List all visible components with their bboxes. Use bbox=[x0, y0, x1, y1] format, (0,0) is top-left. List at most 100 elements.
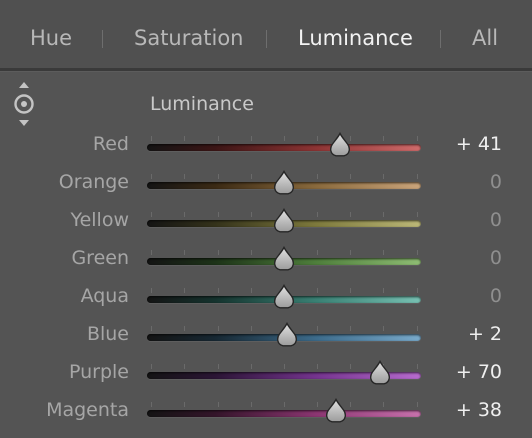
slider-value-yellow[interactable]: 0 bbox=[490, 208, 502, 232]
slider-tick bbox=[284, 364, 285, 369]
slider-thumb[interactable] bbox=[324, 397, 348, 424]
slider-label-aqua: Aqua bbox=[80, 285, 129, 307]
slider-value-blue[interactable]: + 2 bbox=[468, 322, 502, 346]
slider-tick bbox=[350, 212, 351, 217]
slider-tick bbox=[417, 136, 418, 141]
tab-luminance[interactable]: Luminance bbox=[298, 24, 413, 52]
slider-tick bbox=[218, 326, 219, 331]
slider-tick bbox=[251, 250, 252, 255]
slider-red[interactable] bbox=[147, 131, 421, 159]
slider-thumb[interactable] bbox=[272, 207, 296, 234]
slider-value-green[interactable]: 0 bbox=[490, 246, 502, 270]
slider-row-yellow: Yellow 0 bbox=[0, 201, 532, 239]
slider-tick bbox=[417, 288, 418, 293]
slider-tick bbox=[218, 136, 219, 141]
slider-thumb[interactable] bbox=[275, 321, 299, 348]
slider-tick bbox=[317, 136, 318, 141]
luminance-panel: Hue Saturation Luminance All Luminance R… bbox=[0, 0, 532, 438]
tab-saturation[interactable]: Saturation bbox=[134, 24, 243, 52]
slider-tick bbox=[151, 364, 152, 369]
slider-thumb[interactable] bbox=[272, 245, 296, 272]
slider-tick bbox=[284, 402, 285, 407]
slider-purple[interactable] bbox=[147, 359, 421, 387]
slider-tick bbox=[383, 212, 384, 217]
slider-tick bbox=[317, 364, 318, 369]
slider-tick bbox=[350, 326, 351, 331]
slider-tick bbox=[218, 250, 219, 255]
slider-tick bbox=[151, 250, 152, 255]
slider-tick bbox=[317, 212, 318, 217]
slider-tick bbox=[251, 136, 252, 141]
section-title: Luminance bbox=[150, 93, 254, 115]
slider-tick bbox=[251, 364, 252, 369]
slider-tick bbox=[218, 364, 219, 369]
slider-blue[interactable] bbox=[147, 321, 421, 349]
slider-tick bbox=[184, 326, 185, 331]
slider-orange[interactable] bbox=[147, 169, 421, 197]
slider-tick bbox=[218, 174, 219, 179]
slider-track[interactable] bbox=[147, 144, 421, 151]
slider-tick bbox=[284, 136, 285, 141]
slider-tick bbox=[417, 402, 418, 407]
slider-tick bbox=[383, 174, 384, 179]
slider-label-yellow: Yellow bbox=[70, 209, 130, 231]
slider-row-purple: Purple + 70 bbox=[0, 353, 532, 391]
slider-tick bbox=[184, 402, 185, 407]
slider-tick bbox=[417, 250, 418, 255]
tab-all[interactable]: All bbox=[472, 24, 498, 52]
slider-row-blue: Blue + 2 bbox=[0, 315, 532, 353]
slider-tick bbox=[251, 212, 252, 217]
slider-tick bbox=[184, 174, 185, 179]
slider-tick bbox=[151, 402, 152, 407]
slider-tick bbox=[383, 402, 384, 407]
slider-row-green: Green 0 bbox=[0, 239, 532, 277]
slider-tick bbox=[317, 174, 318, 179]
tab-separator bbox=[440, 30, 441, 48]
slider-tick bbox=[383, 288, 384, 293]
slider-tick bbox=[417, 364, 418, 369]
slider-ticks bbox=[147, 136, 421, 141]
slider-row-aqua: Aqua 0 bbox=[0, 277, 532, 315]
slider-tick bbox=[184, 212, 185, 217]
targeted-adjustment-icon[interactable] bbox=[13, 81, 35, 127]
slider-value-aqua[interactable]: 0 bbox=[490, 284, 502, 308]
slider-tick bbox=[251, 288, 252, 293]
slider-tick bbox=[383, 326, 384, 331]
slider-track[interactable] bbox=[147, 410, 421, 417]
slider-tick bbox=[218, 288, 219, 293]
slider-tick bbox=[350, 364, 351, 369]
slider-value-orange[interactable]: 0 bbox=[490, 170, 502, 194]
slider-tick bbox=[151, 212, 152, 217]
slider-tick bbox=[350, 174, 351, 179]
slider-value-purple[interactable]: + 70 bbox=[456, 360, 502, 384]
slider-tick bbox=[251, 326, 252, 331]
slider-thumb[interactable] bbox=[328, 131, 352, 158]
slider-aqua[interactable] bbox=[147, 283, 421, 311]
slider-tick bbox=[151, 136, 152, 141]
slider-green[interactable] bbox=[147, 245, 421, 273]
slider-thumb[interactable] bbox=[368, 359, 392, 386]
slider-row-red: Red + 41 bbox=[0, 125, 532, 163]
slider-magenta[interactable] bbox=[147, 397, 421, 425]
slider-tick bbox=[184, 250, 185, 255]
slider-yellow[interactable] bbox=[147, 207, 421, 235]
slider-tick bbox=[251, 174, 252, 179]
slider-row-magenta: Magenta + 38 bbox=[0, 391, 532, 429]
panel-divider-highlight bbox=[0, 71, 532, 72]
slider-tick bbox=[184, 364, 185, 369]
slider-tick bbox=[184, 288, 185, 293]
tab-bar: Hue Saturation Luminance All bbox=[0, 0, 532, 68]
slider-label-orange: Orange bbox=[58, 171, 129, 193]
slider-thumb[interactable] bbox=[272, 169, 296, 196]
slider-tick bbox=[317, 326, 318, 331]
tab-hue[interactable]: Hue bbox=[30, 24, 72, 52]
slider-tick bbox=[417, 212, 418, 217]
slider-tick bbox=[317, 402, 318, 407]
slider-tick bbox=[417, 326, 418, 331]
slider-tick bbox=[350, 402, 351, 407]
slider-tick bbox=[251, 402, 252, 407]
slider-value-red[interactable]: + 41 bbox=[456, 132, 502, 156]
slider-value-magenta[interactable]: + 38 bbox=[456, 398, 502, 422]
slider-tick bbox=[218, 402, 219, 407]
slider-thumb[interactable] bbox=[272, 283, 296, 310]
